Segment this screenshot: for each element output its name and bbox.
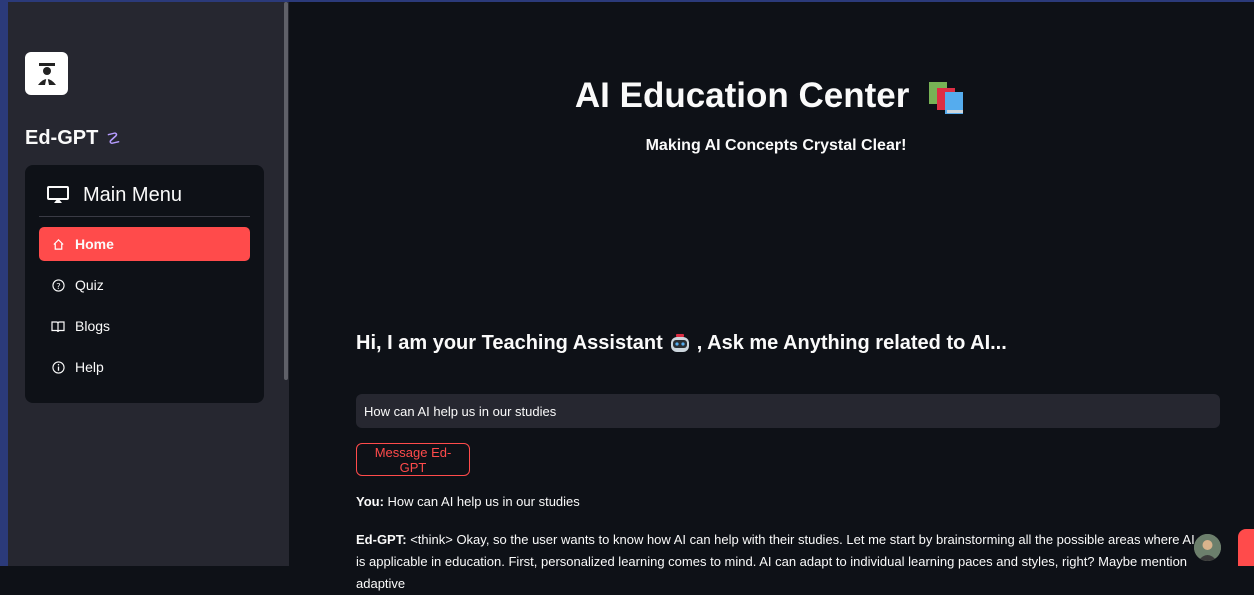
corner-action-tab[interactable]	[1238, 529, 1254, 566]
sidebar-item-label: Quiz	[75, 277, 104, 293]
menu-divider	[39, 216, 250, 217]
robot-icon	[670, 333, 689, 352]
question-circle-icon: ?	[51, 278, 65, 292]
avatar[interactable]	[1194, 534, 1221, 561]
sidebar-item-blogs[interactable]: Blogs	[39, 309, 250, 343]
main-menu-title: Main Menu	[83, 183, 182, 206]
page-title-text: AI Education Center	[574, 76, 910, 115]
bot-message: Ed-GPT: <think> Okay, so the user wants …	[356, 529, 1206, 595]
book-icon	[51, 319, 65, 333]
bot-prefix: Ed-GPT:	[356, 532, 407, 547]
graduate-logo-icon	[37, 62, 56, 85]
assistant-heading-suffix: , Ask me Anything related to AI...	[696, 332, 1007, 354]
brand-text: Ed-GPT	[25, 127, 99, 149]
sidebar-item-help[interactable]: Help	[39, 350, 250, 384]
assistant-heading-text: Hi, I am your Teaching Assistant	[356, 332, 663, 354]
home-icon	[51, 237, 65, 251]
user-prefix: You:	[356, 494, 384, 509]
bot-message-text: <think> Okay, so the user wants to know …	[356, 532, 1195, 591]
monitor-icon	[47, 186, 69, 203]
sidebar-item-quiz[interactable]: ? Quiz	[39, 268, 250, 302]
sidebar-item-label: Blogs	[75, 318, 111, 334]
graduation-cap-icon: ☡	[106, 130, 121, 148]
page-subtitle: Making AI Concepts Crystal Clear!	[645, 137, 907, 154]
message-button[interactable]: Message Ed-GPT	[356, 443, 470, 476]
user-message-text: How can AI help us in our studies	[387, 494, 580, 509]
sidebar-item-label: Help	[75, 359, 104, 375]
app-logo	[25, 52, 68, 95]
brand-title: Ed-GPT ☡	[25, 127, 121, 150]
sidebar-scrollbar[interactable]	[284, 2, 288, 380]
page-title: AI Education Center	[288, 76, 1254, 116]
svg-text:?: ?	[56, 280, 60, 290]
main-menu-header: Main Menu	[47, 182, 182, 208]
sidebar-item-label: Home	[75, 236, 114, 252]
user-avatar-icon	[1194, 534, 1221, 561]
books-icon	[929, 81, 964, 114]
assistant-heading: Hi, I am your Teaching Assistant , Ask m…	[356, 332, 1007, 355]
user-message: You: How can AI help us in our studies	[356, 494, 580, 509]
chat-input[interactable]	[356, 394, 1220, 428]
main-menu: Main Menu Home ? Quiz Blogs Help	[25, 165, 264, 403]
info-circle-icon	[51, 360, 65, 374]
sidebar-item-home[interactable]: Home	[39, 227, 250, 261]
